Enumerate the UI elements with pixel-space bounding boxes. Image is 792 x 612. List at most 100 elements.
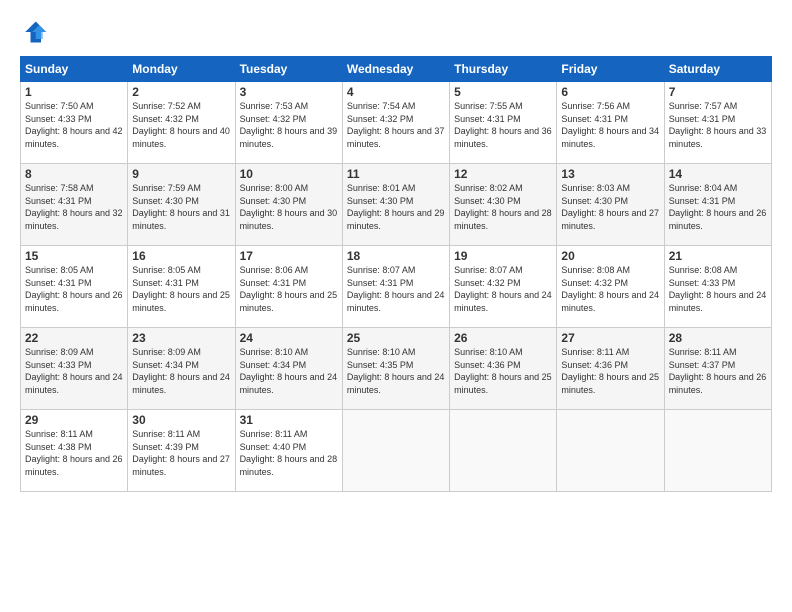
day-number: 19 xyxy=(454,249,552,263)
calendar-cell: 15 Sunrise: 8:05 AMSunset: 4:31 PMDaylig… xyxy=(21,246,128,328)
day-number: 22 xyxy=(25,331,123,345)
day-number: 1 xyxy=(25,85,123,99)
day-info: Sunrise: 8:04 AMSunset: 4:31 PMDaylight:… xyxy=(669,183,767,231)
day-number: 12 xyxy=(454,167,552,181)
day-number: 11 xyxy=(347,167,445,181)
page-container: SundayMondayTuesdayWednesdayThursdayFrid… xyxy=(0,0,792,502)
calendar-cell: 3 Sunrise: 7:53 AMSunset: 4:32 PMDayligh… xyxy=(235,82,342,164)
day-info: Sunrise: 7:59 AMSunset: 4:30 PMDaylight:… xyxy=(132,183,230,231)
calendar-cell: 21 Sunrise: 8:08 AMSunset: 4:33 PMDaylig… xyxy=(664,246,771,328)
calendar-cell: 26 Sunrise: 8:10 AMSunset: 4:36 PMDaylig… xyxy=(450,328,557,410)
calendar-week-5: 29 Sunrise: 8:11 AMSunset: 4:38 PMDaylig… xyxy=(21,410,772,492)
calendar-header-sunday: Sunday xyxy=(21,57,128,82)
day-number: 21 xyxy=(669,249,767,263)
day-number: 26 xyxy=(454,331,552,345)
calendar-cell: 23 Sunrise: 8:09 AMSunset: 4:34 PMDaylig… xyxy=(128,328,235,410)
calendar-cell: 31 Sunrise: 8:11 AMSunset: 4:40 PMDaylig… xyxy=(235,410,342,492)
calendar-cell: 5 Sunrise: 7:55 AMSunset: 4:31 PMDayligh… xyxy=(450,82,557,164)
calendar-cell: 16 Sunrise: 8:05 AMSunset: 4:31 PMDaylig… xyxy=(128,246,235,328)
day-info: Sunrise: 8:07 AMSunset: 4:32 PMDaylight:… xyxy=(454,265,552,313)
calendar-table: SundayMondayTuesdayWednesdayThursdayFrid… xyxy=(20,56,772,492)
calendar-cell: 22 Sunrise: 8:09 AMSunset: 4:33 PMDaylig… xyxy=(21,328,128,410)
calendar-cell xyxy=(664,410,771,492)
calendar-cell xyxy=(557,410,664,492)
calendar-week-4: 22 Sunrise: 8:09 AMSunset: 4:33 PMDaylig… xyxy=(21,328,772,410)
day-number: 2 xyxy=(132,85,230,99)
calendar-cell: 12 Sunrise: 8:02 AMSunset: 4:30 PMDaylig… xyxy=(450,164,557,246)
day-info: Sunrise: 7:56 AMSunset: 4:31 PMDaylight:… xyxy=(561,101,659,149)
day-info: Sunrise: 8:02 AMSunset: 4:30 PMDaylight:… xyxy=(454,183,552,231)
day-info: Sunrise: 8:09 AMSunset: 4:33 PMDaylight:… xyxy=(25,347,123,395)
day-number: 9 xyxy=(132,167,230,181)
logo-icon xyxy=(20,18,48,46)
day-info: Sunrise: 8:11 AMSunset: 4:38 PMDaylight:… xyxy=(25,429,123,477)
day-info: Sunrise: 8:08 AMSunset: 4:32 PMDaylight:… xyxy=(561,265,659,313)
day-info: Sunrise: 8:05 AMSunset: 4:31 PMDaylight:… xyxy=(132,265,230,313)
day-number: 5 xyxy=(454,85,552,99)
day-number: 20 xyxy=(561,249,659,263)
day-info: Sunrise: 7:52 AMSunset: 4:32 PMDaylight:… xyxy=(132,101,230,149)
day-number: 7 xyxy=(669,85,767,99)
day-number: 13 xyxy=(561,167,659,181)
calendar-cell: 6 Sunrise: 7:56 AMSunset: 4:31 PMDayligh… xyxy=(557,82,664,164)
calendar-cell: 27 Sunrise: 8:11 AMSunset: 4:36 PMDaylig… xyxy=(557,328,664,410)
day-number: 8 xyxy=(25,167,123,181)
day-number: 28 xyxy=(669,331,767,345)
calendar-cell: 9 Sunrise: 7:59 AMSunset: 4:30 PMDayligh… xyxy=(128,164,235,246)
day-number: 14 xyxy=(669,167,767,181)
calendar-header-friday: Friday xyxy=(557,57,664,82)
day-info: Sunrise: 7:57 AMSunset: 4:31 PMDaylight:… xyxy=(669,101,767,149)
day-info: Sunrise: 8:06 AMSunset: 4:31 PMDaylight:… xyxy=(240,265,338,313)
calendar-cell: 1 Sunrise: 7:50 AMSunset: 4:33 PMDayligh… xyxy=(21,82,128,164)
header xyxy=(20,18,772,46)
day-info: Sunrise: 8:00 AMSunset: 4:30 PMDaylight:… xyxy=(240,183,338,231)
day-number: 18 xyxy=(347,249,445,263)
calendar-header-thursday: Thursday xyxy=(450,57,557,82)
calendar-cell: 29 Sunrise: 8:11 AMSunset: 4:38 PMDaylig… xyxy=(21,410,128,492)
day-info: Sunrise: 8:11 AMSunset: 4:40 PMDaylight:… xyxy=(240,429,338,477)
day-number: 23 xyxy=(132,331,230,345)
day-number: 29 xyxy=(25,413,123,427)
day-number: 6 xyxy=(561,85,659,99)
day-info: Sunrise: 7:54 AMSunset: 4:32 PMDaylight:… xyxy=(347,101,445,149)
calendar-cell xyxy=(450,410,557,492)
calendar-cell: 20 Sunrise: 8:08 AMSunset: 4:32 PMDaylig… xyxy=(557,246,664,328)
day-number: 24 xyxy=(240,331,338,345)
calendar-cell: 30 Sunrise: 8:11 AMSunset: 4:39 PMDaylig… xyxy=(128,410,235,492)
day-number: 4 xyxy=(347,85,445,99)
calendar-week-3: 15 Sunrise: 8:05 AMSunset: 4:31 PMDaylig… xyxy=(21,246,772,328)
calendar-cell: 28 Sunrise: 8:11 AMSunset: 4:37 PMDaylig… xyxy=(664,328,771,410)
day-number: 25 xyxy=(347,331,445,345)
day-number: 31 xyxy=(240,413,338,427)
day-info: Sunrise: 7:55 AMSunset: 4:31 PMDaylight:… xyxy=(454,101,552,149)
calendar-cell: 8 Sunrise: 7:58 AMSunset: 4:31 PMDayligh… xyxy=(21,164,128,246)
calendar-cell: 14 Sunrise: 8:04 AMSunset: 4:31 PMDaylig… xyxy=(664,164,771,246)
day-number: 17 xyxy=(240,249,338,263)
calendar-cell: 18 Sunrise: 8:07 AMSunset: 4:31 PMDaylig… xyxy=(342,246,449,328)
day-number: 16 xyxy=(132,249,230,263)
calendar-header-wednesday: Wednesday xyxy=(342,57,449,82)
calendar-cell: 19 Sunrise: 8:07 AMSunset: 4:32 PMDaylig… xyxy=(450,246,557,328)
day-info: Sunrise: 8:10 AMSunset: 4:35 PMDaylight:… xyxy=(347,347,445,395)
day-info: Sunrise: 8:11 AMSunset: 4:37 PMDaylight:… xyxy=(669,347,767,395)
day-info: Sunrise: 8:05 AMSunset: 4:31 PMDaylight:… xyxy=(25,265,123,313)
logo xyxy=(20,18,52,46)
day-number: 10 xyxy=(240,167,338,181)
day-number: 15 xyxy=(25,249,123,263)
calendar-header-tuesday: Tuesday xyxy=(235,57,342,82)
day-number: 3 xyxy=(240,85,338,99)
day-info: Sunrise: 8:03 AMSunset: 4:30 PMDaylight:… xyxy=(561,183,659,231)
calendar-header-monday: Monday xyxy=(128,57,235,82)
day-info: Sunrise: 8:09 AMSunset: 4:34 PMDaylight:… xyxy=(132,347,230,395)
calendar-cell: 10 Sunrise: 8:00 AMSunset: 4:30 PMDaylig… xyxy=(235,164,342,246)
calendar-cell: 7 Sunrise: 7:57 AMSunset: 4:31 PMDayligh… xyxy=(664,82,771,164)
calendar-cell: 4 Sunrise: 7:54 AMSunset: 4:32 PMDayligh… xyxy=(342,82,449,164)
calendar-cell: 13 Sunrise: 8:03 AMSunset: 4:30 PMDaylig… xyxy=(557,164,664,246)
day-info: Sunrise: 8:10 AMSunset: 4:34 PMDaylight:… xyxy=(240,347,338,395)
day-info: Sunrise: 8:11 AMSunset: 4:36 PMDaylight:… xyxy=(561,347,659,395)
day-number: 27 xyxy=(561,331,659,345)
calendar-cell xyxy=(342,410,449,492)
day-info: Sunrise: 8:10 AMSunset: 4:36 PMDaylight:… xyxy=(454,347,552,395)
day-info: Sunrise: 8:08 AMSunset: 4:33 PMDaylight:… xyxy=(669,265,767,313)
day-number: 30 xyxy=(132,413,230,427)
